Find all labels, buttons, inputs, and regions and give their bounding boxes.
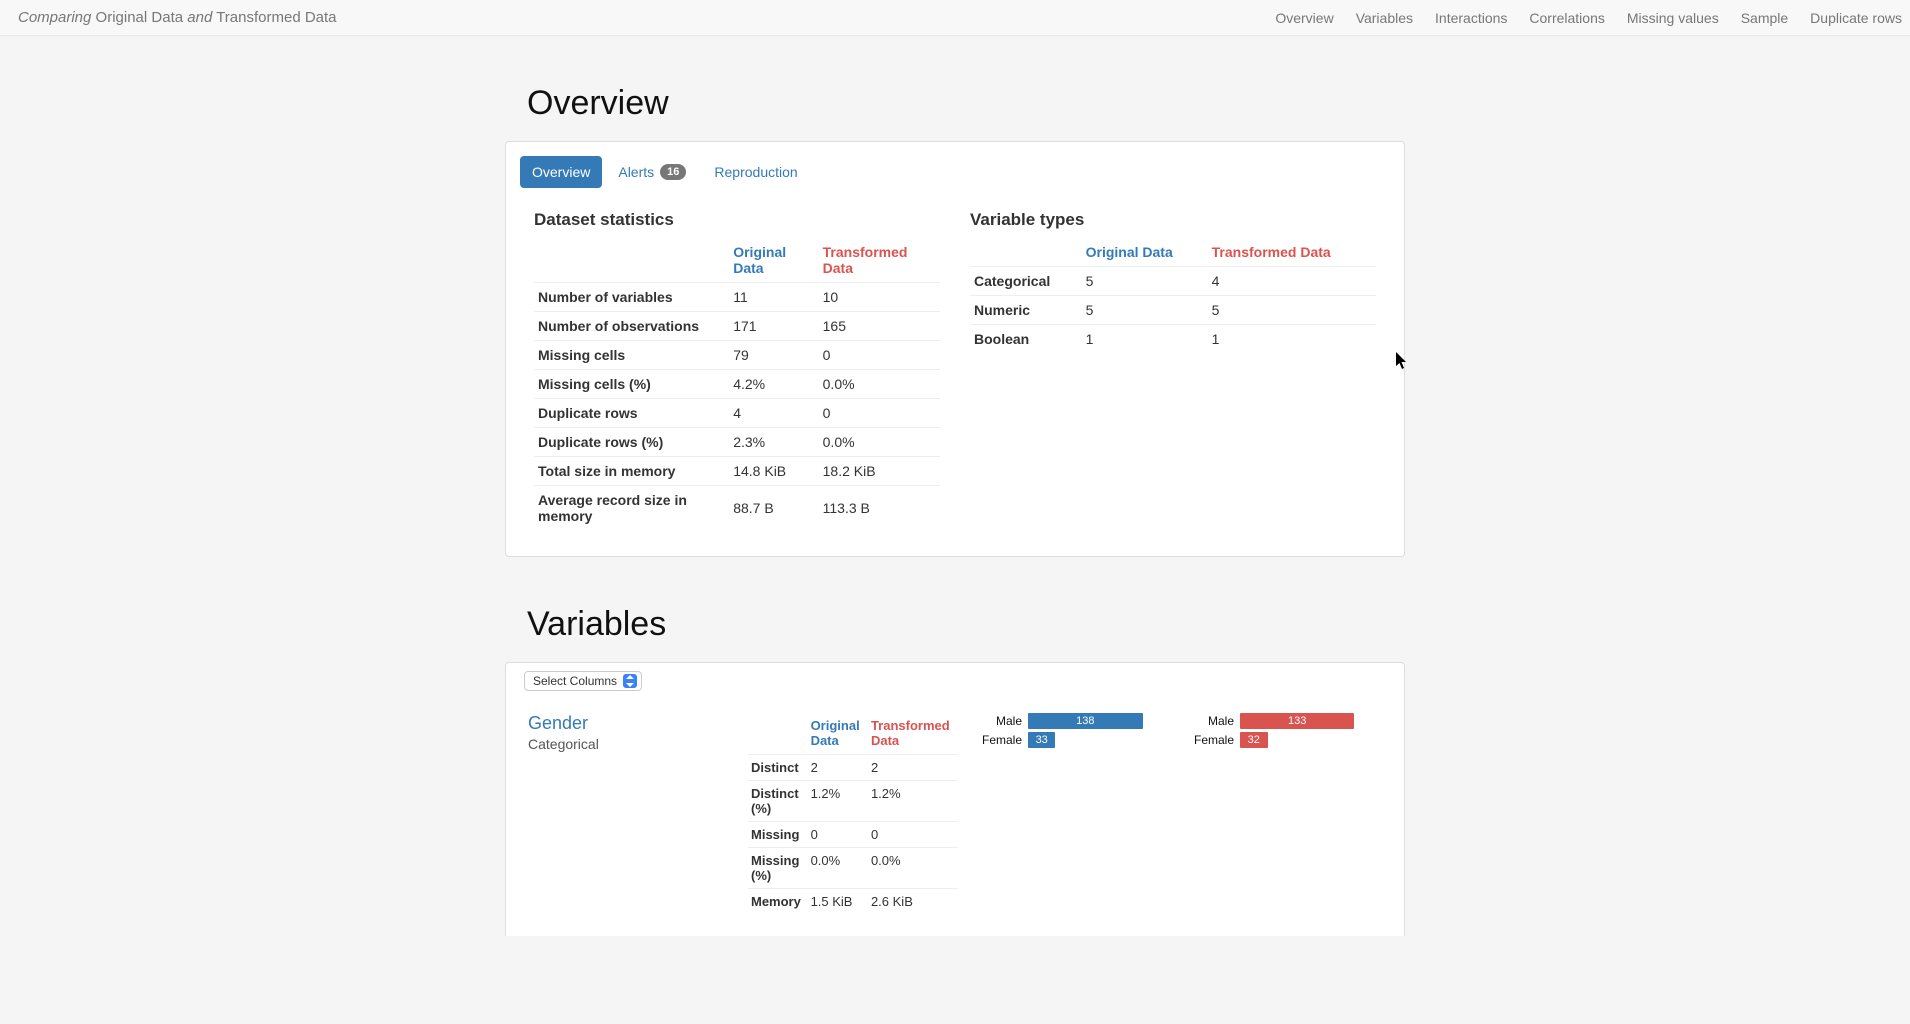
bar-fill: 138: [1028, 713, 1143, 729]
bar-row: Male 133: [1190, 713, 1382, 729]
navbar: Comparing Original Data and Transformed …: [0, 0, 1910, 36]
col-transformed: Transformed Data: [819, 238, 940, 283]
gender-chart-transformed: Male 133 Female 32: [1190, 713, 1382, 914]
table-row: Average record size in memory88.7 B113.3…: [534, 486, 940, 531]
table-row: Missing00: [748, 822, 958, 848]
table-row: Numeric55: [970, 296, 1376, 325]
table-row: Duplicate rows40: [534, 399, 940, 428]
bar-fill: 32: [1240, 732, 1268, 748]
variable-types-table: Original Data Transformed Data Categoric…: [970, 238, 1376, 353]
tab-overview[interactable]: Overview: [520, 156, 602, 188]
dataset-statistics-title: Dataset statistics: [534, 210, 940, 230]
brand-prefix: Comparing: [18, 9, 91, 26]
col-original: Original Data: [1082, 238, 1208, 267]
col-transformed: Transformed Data: [1208, 238, 1376, 267]
navbar-brand: Comparing Original Data and Transformed …: [18, 9, 337, 26]
variables-heading: Variables: [527, 605, 1405, 644]
bar-track: 33: [1028, 732, 1170, 748]
table-row: Duplicate rows (%)2.3%0.0%: [534, 428, 940, 457]
variable-stats: Original Data Transformed Data Distinct2…: [748, 713, 958, 914]
tab-alerts-label: Alerts: [618, 164, 654, 180]
bar-label: Female: [978, 733, 1022, 747]
col-original: Original Data: [808, 713, 868, 755]
gender-chart-original: Male 138 Female 33: [978, 713, 1170, 914]
table-row: Number of observations171165: [534, 312, 940, 341]
tab-alerts[interactable]: Alerts 16: [606, 156, 698, 188]
select-columns-label: Select Columns: [533, 674, 617, 688]
brand-trans: Transformed Data: [216, 9, 336, 26]
table-row: Number of variables1110: [534, 283, 940, 312]
overview-panel: Overview Alerts 16 Reproduction Dataset …: [505, 141, 1405, 557]
brand-conj: and: [187, 9, 212, 26]
bar-track: 133: [1240, 713, 1382, 729]
nav-variables[interactable]: Variables: [1356, 10, 1413, 26]
tab-reproduction[interactable]: Reproduction: [702, 156, 809, 188]
tab-overview-label: Overview: [532, 164, 590, 180]
table-row: Missing cells790: [534, 341, 940, 370]
table-row: Distinct22: [748, 755, 958, 781]
bar-fill: 133: [1240, 713, 1354, 729]
variables-panel: Select Columns Gender Categorical Origin…: [505, 662, 1405, 936]
gender-charts: Male 138 Female 33 Male 133 Female 32: [978, 713, 1382, 914]
alerts-badge: 16: [660, 164, 686, 180]
tab-reproduction-label: Reproduction: [714, 164, 797, 180]
variable-type: Categorical: [528, 736, 728, 752]
nav-missing-values[interactable]: Missing values: [1627, 10, 1719, 26]
table-row: Categorical54: [970, 267, 1376, 296]
dataset-statistics: Dataset statistics Original Data Transfo…: [534, 200, 940, 530]
overview-tabs: Overview Alerts 16 Reproduction: [506, 142, 1404, 188]
bar-track: 32: [1240, 732, 1382, 748]
table-row: Missing (%)0.0%0.0%: [748, 848, 958, 889]
nav-correlations[interactable]: Correlations: [1529, 10, 1604, 26]
bar-row: Female 32: [1190, 732, 1382, 748]
nav-interactions[interactable]: Interactions: [1435, 10, 1507, 26]
bar-label: Male: [1190, 714, 1234, 728]
overview-heading: Overview: [527, 84, 1405, 123]
brand-orig: Original Data: [96, 9, 184, 26]
variable-gender: Gender Categorical Original Data Transfo…: [506, 701, 1404, 926]
navbar-links: Overview Variables Interactions Correlat…: [1275, 10, 1902, 26]
dataset-statistics-table: Original Data Transformed Data Number of…: [534, 238, 940, 530]
col-transformed: Transformed Data: [868, 713, 958, 755]
table-row: Missing cells (%)4.2%0.0%: [534, 370, 940, 399]
table-row: Total size in memory14.8 KiB18.2 KiB: [534, 457, 940, 486]
bar-row: Female 33: [978, 732, 1170, 748]
bar-label: Female: [1190, 733, 1234, 747]
variable-types: Variable types Original Data Transformed…: [970, 200, 1376, 530]
col-original: Original Data: [729, 238, 818, 283]
bar-row: Male 138: [978, 713, 1170, 729]
table-row: Boolean11: [970, 325, 1376, 354]
nav-sample[interactable]: Sample: [1741, 10, 1788, 26]
variable-name[interactable]: Gender: [528, 713, 728, 734]
select-columns[interactable]: Select Columns: [524, 671, 642, 691]
nav-duplicate-rows[interactable]: Duplicate rows: [1810, 10, 1902, 26]
bar-fill: 33: [1028, 732, 1055, 748]
table-row: Memory1.5 KiB2.6 KiB: [748, 889, 958, 915]
table-row: Distinct (%)1.2%1.2%: [748, 781, 958, 822]
bar-track: 138: [1028, 713, 1170, 729]
variable-types-title: Variable types: [970, 210, 1376, 230]
chevron-updown-icon: [623, 674, 637, 688]
bar-label: Male: [978, 714, 1022, 728]
nav-overview[interactable]: Overview: [1275, 10, 1333, 26]
